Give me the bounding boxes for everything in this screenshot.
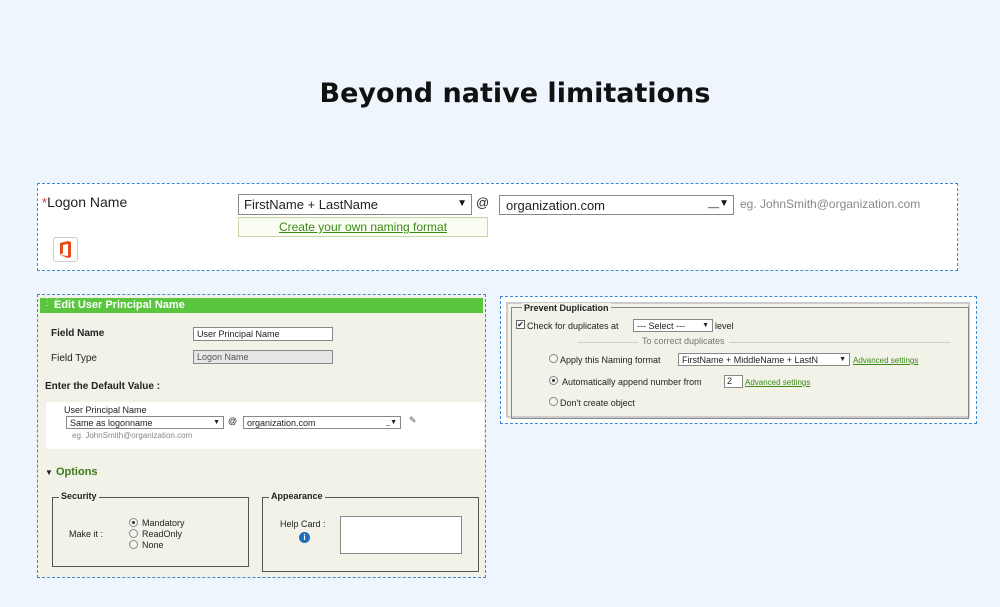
apply-naming-format-label: Apply this Naming format	[560, 355, 661, 365]
chevron-down-icon: ▼	[702, 322, 709, 329]
advanced-settings-link-2[interactable]: Advanced settings	[745, 378, 810, 387]
upn-format-select[interactable]: Same as logonname ▼	[66, 416, 224, 429]
level-label: level	[715, 321, 734, 331]
appearance-fieldset: Appearance Help Card : i	[262, 491, 479, 572]
upn-field-label: User Principal Name	[64, 405, 147, 415]
drag-handle-icon[interactable]: ⋮⋮	[42, 297, 62, 308]
append-number-input[interactable]: 2	[724, 375, 743, 388]
upn-at-sign: @	[228, 416, 238, 426]
radio-none[interactable]	[129, 540, 138, 549]
chevron-down-icon: ▼	[457, 198, 467, 209]
upn-domain-select[interactable]: organization.com _▼	[243, 416, 401, 429]
field-name-input[interactable]: User Principal Name	[193, 327, 333, 341]
upn-panel-header: Edit User Principal Name	[40, 298, 483, 313]
radio-readonly[interactable]	[129, 529, 138, 538]
correct-duplicates-heading: To correct duplicates	[638, 336, 729, 346]
office-logo-icon	[60, 241, 71, 258]
create-naming-format-link[interactable]: Create your own naming format	[238, 217, 488, 237]
help-card-label: Help Card :	[280, 519, 326, 529]
domain-select[interactable]: organization.com __▼	[499, 195, 734, 215]
prevent-duplication-legend: Prevent Duplication	[522, 303, 611, 313]
radio-dont-create[interactable]	[549, 397, 558, 406]
readonly-label: ReadOnly	[142, 529, 183, 539]
none-label: None	[142, 540, 164, 550]
radio-mandatory[interactable]	[129, 518, 138, 527]
apply-naming-format-select[interactable]: FirstName + MiddleName + LastN ▼	[678, 353, 850, 366]
field-type-input: Logon Name	[193, 350, 333, 364]
prevent-duplication-box: Prevent Duplication ✔ Check for duplicat…	[506, 302, 970, 419]
level-select[interactable]: --- Select --- ▼	[633, 319, 713, 332]
default-value-box: User Principal Name Same as logonname ▼ …	[46, 402, 484, 449]
field-name-label: Field Name	[51, 328, 105, 339]
radio-append-number[interactable]	[549, 376, 558, 385]
appearance-legend: Appearance	[269, 491, 325, 501]
default-value-label: Enter the Default Value :	[45, 381, 161, 392]
office-icon[interactable]	[53, 237, 78, 262]
chevron-down-icon: __▼	[707, 198, 729, 209]
dont-create-label: Don't create object	[560, 398, 635, 408]
at-sign: @	[476, 195, 490, 210]
logon-example-text: eg. JohnSmith@organization.com	[740, 197, 921, 211]
page-title: Beyond native limitations	[319, 78, 711, 109]
security-legend: Security	[59, 491, 99, 501]
mandatory-label: Mandatory	[142, 518, 185, 528]
check-duplicates-checkbox[interactable]: ✔	[516, 320, 525, 329]
chevron-down-icon: ▼	[839, 355, 846, 365]
check-duplicates-label: Check for duplicates at	[527, 321, 619, 331]
field-type-label: Field Type	[51, 353, 97, 364]
make-it-label: Make it :	[69, 529, 104, 539]
append-number-label: Automatically append number from	[562, 377, 702, 387]
security-fieldset: Security Make it : Mandatory ReadOnly No…	[52, 491, 249, 567]
edit-upn-panel: Edit User Principal Name ⋮⋮ Field Name U…	[37, 294, 486, 578]
options-toggle[interactable]: ▼ Options	[45, 466, 98, 478]
logon-name-panel: *Logon Name FirstName + LastName ▼ @ org…	[37, 183, 958, 271]
radio-apply-naming-format[interactable]	[549, 354, 558, 363]
caret-down-icon: ▼	[45, 468, 53, 477]
upn-example-text: eg. JohnSmith@organization.com	[72, 431, 193, 440]
help-card-textarea[interactable]	[340, 516, 462, 554]
divider	[578, 342, 950, 343]
info-icon[interactable]: i	[299, 532, 310, 543]
prevent-duplication-panel: Prevent Duplication ✔ Check for duplicat…	[500, 296, 977, 424]
naming-format-select[interactable]: FirstName + LastName ▼	[238, 194, 472, 215]
chevron-down-icon: ▼	[213, 419, 220, 426]
pencil-icon[interactable]: ✎	[409, 415, 417, 426]
logon-name-label: *Logon Name	[42, 194, 128, 210]
advanced-settings-link[interactable]: Advanced settings	[853, 356, 918, 365]
chevron-down-icon: _▼	[386, 419, 397, 426]
